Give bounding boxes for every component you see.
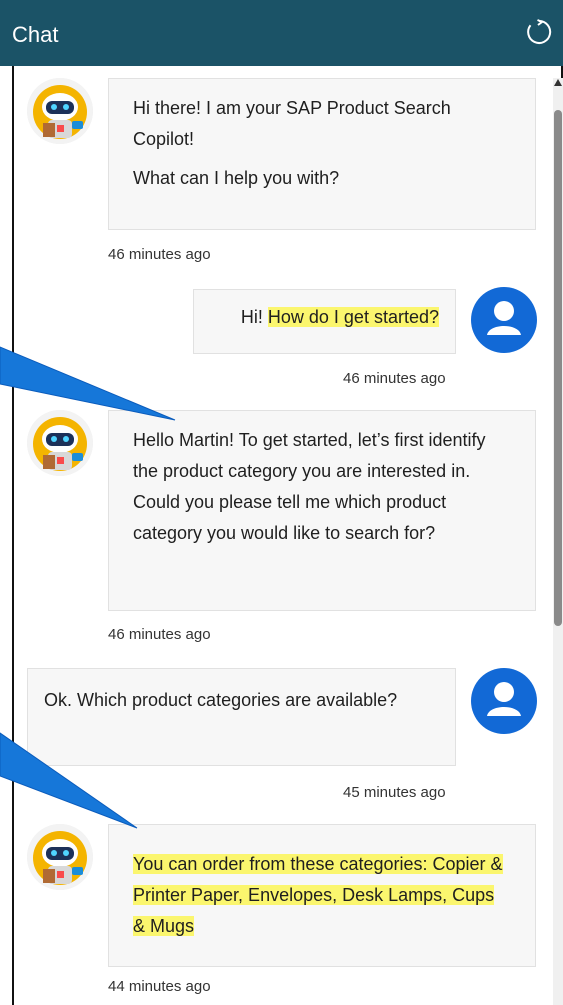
message-timestamp: 46 minutes ago [343, 370, 446, 387]
message-timestamp: 45 minutes ago [343, 784, 446, 801]
user-avatar-graphic [487, 682, 521, 716]
header-title: Chat [12, 22, 59, 47]
user-message-1-text: Hi! [240, 307, 268, 327]
user-message-1: Hi! How do I get started? [193, 289, 456, 354]
message-timestamp: 44 minutes ago [108, 978, 211, 995]
user-avatar-icon [471, 668, 537, 734]
robot-avatar-graphic [27, 78, 93, 144]
robot-avatar-icon [27, 78, 93, 144]
refresh-icon-graphic [527, 19, 552, 44]
message-timestamp: 46 minutes ago [108, 246, 211, 263]
robot-avatar-icon [27, 410, 93, 476]
user-message-2-text: Ok. Which product categories are availab… [44, 690, 398, 710]
chat-header: Chat [0, 0, 563, 66]
refresh-icon[interactable] [525, 18, 553, 46]
robot-avatar-graphic [27, 824, 93, 890]
user-avatar-icon [471, 287, 537, 353]
robot-avatar-graphic [27, 410, 93, 476]
bot-message-2-text: Hello Martin! To get started, let’s firs… [133, 430, 486, 543]
scroll-up-arrow-icon[interactable] [554, 79, 562, 86]
robot-avatar-icon [27, 824, 93, 890]
bot-message-3-text: You can order from these categories: Cop… [133, 849, 511, 942]
highlighted-text: You can order from these categories: Cop… [133, 854, 503, 936]
scrollbar-thumb[interactable] [554, 110, 562, 626]
user-avatar-graphic [487, 301, 521, 335]
highlighted-text: How do I get started? [267, 307, 439, 327]
bot-message-1: Hi there! I am your SAP Product Search C… [108, 78, 536, 230]
user-message-2: Ok. Which product categories are availab… [27, 668, 456, 766]
chat-window: Chat Hi there! I am your SAP Product Sea… [0, 0, 563, 1005]
bot-message-2: Hello Martin! To get started, let’s firs… [108, 410, 536, 611]
bot-message-1-line-1: Hi there! I am your SAP Product Search C… [133, 98, 451, 149]
message-timestamp: 46 minutes ago [108, 626, 211, 643]
bot-message-1-line-2: What can I help you with? [133, 168, 340, 188]
bot-message-3: You can order from these categories: Cop… [108, 824, 536, 967]
